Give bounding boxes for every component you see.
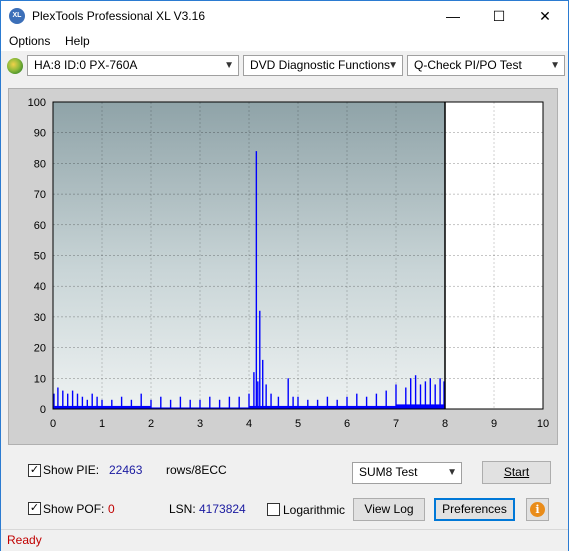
status-text: Ready: [7, 533, 42, 547]
logarithmic-label: Logarithmic: [283, 503, 346, 517]
x-tick-label: 6: [344, 418, 350, 430]
show-pie-checkbox[interactable]: ✓: [28, 464, 41, 477]
menu-bar: Options Help: [1, 31, 568, 51]
pi-chart: 0 10 20 30 40 50 60 70 80 90 100 0 1 2 3 4 5 6 7 8 9 10: [28, 97, 549, 430]
maximize-button[interactable]: ☐: [476, 1, 522, 31]
show-pof-label: Show POF:: [43, 502, 105, 516]
disc-icon: [7, 58, 23, 74]
y-tick-label: 90: [34, 128, 46, 140]
y-tick-label: 80: [34, 158, 46, 170]
y-tick-label: 50: [34, 251, 46, 263]
mode-select[interactable]: SUM8 Test ▼: [352, 462, 462, 484]
chevron-down-icon: ▼: [224, 60, 234, 71]
x-tick-label: 0: [50, 418, 56, 430]
chevron-down-icon: ▼: [388, 60, 398, 71]
window-title: PlexTools Professional XL V3.16: [32, 9, 205, 23]
x-tick-label: 2: [148, 418, 154, 430]
minimize-button[interactable]: —: [430, 1, 476, 31]
view-log-button-label: View Log: [364, 502, 414, 516]
status-bar: Ready: [1, 529, 568, 551]
x-tick-label: 5: [295, 418, 301, 430]
chart-panel: 0 10 20 30 40 50 60 70 80 90 100 0 1 2 3 4 5 6 7 8 9 10: [8, 88, 558, 445]
function-select[interactable]: DVD Diagnostic Functions ▼: [243, 55, 403, 76]
start-button[interactable]: Start: [482, 461, 551, 484]
info-button[interactable]: i: [526, 498, 549, 521]
y-tick-label: 30: [34, 312, 46, 324]
chevron-down-icon: ▼: [550, 60, 560, 71]
y-tick-label: 100: [28, 97, 46, 109]
pie-count: 22463: [109, 463, 143, 477]
y-tick-label: 20: [34, 343, 46, 355]
app-logo-icon: XL: [9, 8, 25, 24]
drive-select[interactable]: HA:8 ID:0 PX-760A ▼: [27, 55, 239, 76]
function-select-value: DVD Diagnostic Functions: [250, 58, 391, 72]
test-select[interactable]: Q-Check PI/PO Test ▼: [407, 55, 565, 76]
show-pof-checkbox[interactable]: ✓: [28, 502, 41, 515]
toolbar: HA:8 ID:0 PX-760A ▼ DVD Diagnostic Funct…: [1, 52, 568, 82]
x-tick-label: 3: [197, 418, 203, 430]
menu-help[interactable]: Help: [65, 34, 90, 48]
test-select-value: Q-Check PI/PO Test: [414, 58, 522, 72]
info-icon: i: [530, 502, 545, 517]
y-tick-label: 40: [34, 281, 46, 293]
preferences-button-label: Preferences: [442, 502, 507, 516]
view-log-button[interactable]: View Log: [353, 498, 425, 521]
chevron-down-icon: ▼: [447, 467, 457, 478]
preferences-button[interactable]: Preferences: [434, 498, 515, 521]
x-tick-label: 10: [537, 418, 549, 430]
x-tick-label: 9: [491, 418, 497, 430]
start-button-label: Start: [503, 465, 530, 479]
x-tick-label: 7: [393, 418, 399, 430]
x-tick-label: 4: [246, 418, 252, 430]
lsn-label: LSN:: [169, 502, 196, 516]
menu-options[interactable]: Options: [9, 34, 50, 48]
pie-sum-bar: [396, 404, 445, 409]
close-button[interactable]: ✕: [522, 1, 568, 31]
y-tick-label: 0: [40, 404, 46, 416]
mode-select-value: SUM8 Test: [359, 465, 418, 479]
lsn-value: 4173824: [199, 502, 246, 516]
unit-label: rows/8ECC: [166, 463, 227, 477]
drive-select-value: HA:8 ID:0 PX-760A: [34, 58, 138, 72]
y-tick-label: 10: [34, 373, 46, 385]
pof-count: 0: [108, 502, 115, 516]
app-window: XL PlexTools Professional XL V3.16 — ☐ ✕…: [0, 0, 569, 551]
x-tick-label: 8: [442, 418, 448, 430]
logarithmic-checkbox[interactable]: [267, 503, 280, 516]
y-tick-label: 60: [34, 220, 46, 232]
show-pie-label: Show PIE:: [43, 463, 100, 477]
title-bar: XL PlexTools Professional XL V3.16 — ☐ ✕: [1, 1, 568, 31]
y-tick-label: 70: [34, 189, 46, 201]
x-tick-label: 1: [99, 418, 105, 430]
